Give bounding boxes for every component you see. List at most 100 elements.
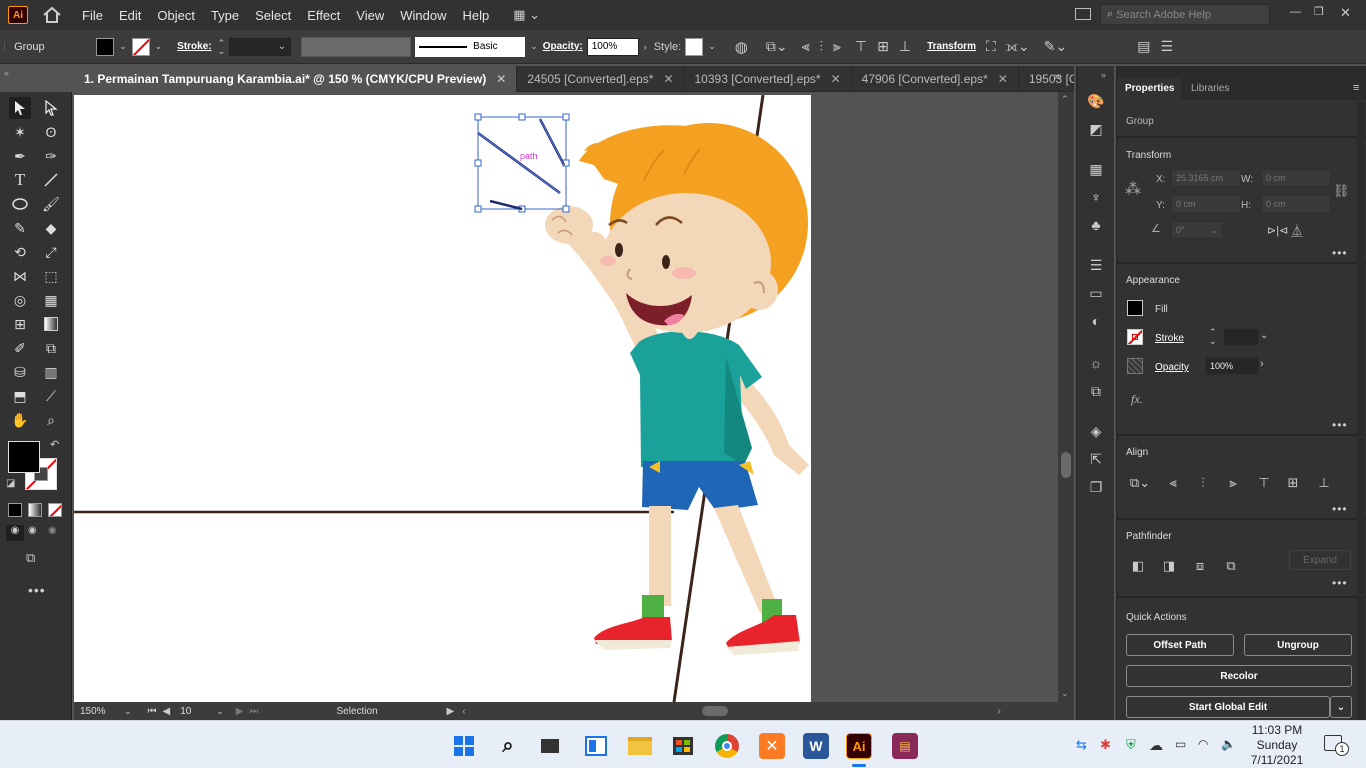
align-top-icon[interactable]: ⊤ <box>855 38 867 55</box>
eraser-tool-icon[interactable]: ◆ <box>40 217 62 239</box>
menu-window[interactable]: Window <box>400 8 446 23</box>
tabs-overflow-icon[interactable]: » <box>1054 71 1060 83</box>
illustrator-taskbar-icon[interactable]: Ai <box>846 733 872 759</box>
menu-view[interactable]: View <box>356 8 384 23</box>
first-artboard-icon[interactable]: ⏮ <box>148 706 157 717</box>
tab-close-icon[interactable]: ✕ <box>831 72 841 86</box>
stroke-weight-field[interactable] <box>1223 328 1259 346</box>
stroke-weight-field[interactable]: ⌄ <box>229 37 292 56</box>
align-right-icon[interactable]: ⫸ <box>833 38 841 55</box>
expand-button[interactable]: Expand <box>1289 550 1351 570</box>
clock-time[interactable]: 11:03 PM <box>1242 723 1312 737</box>
menu-select[interactable]: Select <box>255 8 291 23</box>
chrome-icon[interactable] <box>714 733 740 759</box>
tab-10393[interactable]: 10393 [Converted].eps* ✕ <box>685 66 852 92</box>
word-icon[interactable]: W <box>803 733 829 759</box>
align-top-icon[interactable]: ⊤ <box>1256 475 1272 491</box>
curvature-tool-icon[interactable]: ✑ <box>40 145 62 167</box>
magic-wand-tool-icon[interactable]: ✶ <box>9 121 31 143</box>
align-hcenter-icon[interactable]: ⫶ <box>820 38 824 55</box>
selection-tool-icon[interactable] <box>9 97 31 119</box>
opacity-field[interactable]: 100% <box>586 37 639 56</box>
restore-icon[interactable]: ❐ <box>1314 5 1324 18</box>
tab-close-icon[interactable]: ✕ <box>998 72 1008 86</box>
stroke-dropdown-icon[interactable]: ⌄ <box>155 41 163 52</box>
search-icon[interactable]: ⌕ <box>495 733 521 759</box>
none-mode-icon[interactable] <box>48 503 62 517</box>
store-icon[interactable] <box>670 733 696 759</box>
expand-panels-icon[interactable]: » <box>1101 70 1106 80</box>
rotate-tool-icon[interactable]: ⟲ <box>9 241 31 263</box>
isolate-icon[interactable]: ✎⌄ <box>1044 38 1067 55</box>
hand-tool-icon[interactable]: ✋ <box>9 409 31 431</box>
menu-file[interactable]: File <box>82 8 103 23</box>
recolor-artwork-icon[interactable]: ◍ <box>735 38 748 56</box>
slice-tool-icon[interactable]: ⟋ <box>40 385 62 407</box>
transform-icon[interactable]: ⛶ <box>986 38 996 55</box>
style-swatch[interactable] <box>685 37 704 56</box>
width-field[interactable]: 0 cm <box>1261 169 1331 187</box>
artboard-dropdown-icon[interactable]: ⌄ <box>216 706 224 717</box>
variable-width-profile[interactable] <box>301 36 412 57</box>
tab-close-icon[interactable]: ✕ <box>663 72 673 86</box>
align-to-icon[interactable]: ⧉⌄ <box>1128 475 1152 491</box>
opacity-label[interactable]: Opacity <box>1155 362 1189 373</box>
brush-definition[interactable]: Basic <box>415 36 526 57</box>
tab-permainan[interactable]: 1. Permainan Tampuruang Karambia.ai* @ 1… <box>74 66 518 92</box>
flip-horizontal-icon[interactable]: ⊳|⊲ <box>1267 224 1288 237</box>
direct-selection-tool-icon[interactable] <box>40 97 62 119</box>
ungroup-button[interactable]: Ungroup <box>1244 634 1352 656</box>
crossover-icon[interactable]: ✱ <box>1100 737 1111 753</box>
fill-swatch[interactable] <box>1127 300 1143 316</box>
tab-47906[interactable]: 47906 [Converted].eps* ✕ <box>852 66 1019 92</box>
share-icon[interactable]: ⇆ <box>1076 737 1087 753</box>
draw-normal-icon[interactable]: ◉ <box>6 525 24 541</box>
align-right-icon[interactable]: ⫸ <box>1225 475 1241 491</box>
align-hcenter-icon[interactable]: ⫶ <box>1195 475 1211 491</box>
color-mode-icon[interactable] <box>8 503 22 517</box>
panel-menu-icon[interactable]: ≡ <box>1353 82 1359 94</box>
recolor-button[interactable]: Recolor <box>1126 665 1352 687</box>
align-bottom-icon[interactable]: ⊥ <box>1316 475 1332 491</box>
winrar-icon[interactable]: ▤ <box>892 733 918 759</box>
more-appearance-options-icon[interactable]: ••• <box>1332 418 1348 432</box>
scroll-thumb[interactable] <box>1061 452 1071 478</box>
artboards-panel-icon[interactable]: ❐ <box>1087 478 1105 496</box>
panel-scrollbar[interactable] <box>1357 102 1365 720</box>
column-graph-tool-icon[interactable]: ▥ <box>40 361 62 383</box>
clock-date[interactable]: 7/11/2021 <box>1242 753 1312 767</box>
line-tool-icon[interactable] <box>40 169 62 191</box>
xampp-icon[interactable]: ✕ <box>759 733 785 759</box>
shape-builder-tool-icon[interactable]: ◎ <box>9 289 31 311</box>
scale-tool-icon[interactable]: ⤢ <box>40 241 62 263</box>
swatches-panel-icon[interactable]: ▦ <box>1087 160 1105 178</box>
next-artboard-icon[interactable]: ▶ <box>236 706 244 717</box>
align-left-icon[interactable]: ⫷ <box>1165 475 1181 491</box>
align-left-icon[interactable]: ⫷ <box>802 38 810 55</box>
arrange-documents-icon[interactable] <box>1075 8 1091 20</box>
previous-artboard-icon[interactable]: ◀ <box>163 706 171 717</box>
home-icon[interactable] <box>42 6 62 24</box>
last-artboard-icon[interactable]: ⏭ <box>250 706 259 717</box>
more-transform-options-icon[interactable]: ••• <box>1332 246 1348 260</box>
brushes-panel-icon[interactable]: ♆ <box>1087 188 1105 206</box>
onedrive-icon[interactable]: ☁ <box>1149 737 1163 754</box>
menu-help[interactable]: Help <box>462 8 489 23</box>
windows-start-icon[interactable] <box>451 733 477 759</box>
symbols-panel-icon[interactable]: ♣ <box>1087 216 1105 234</box>
appearance-panel-icon[interactable]: ☼ <box>1087 354 1105 372</box>
shaper-tool-icon[interactable]: ✎ <box>9 217 31 239</box>
stroke-weight-stepper-icon[interactable]: ⌃ ⌄ <box>1209 328 1217 346</box>
rotate-dropdown-icon[interactable]: ⌄ <box>1210 225 1218 235</box>
panel-menu-icon[interactable]: ☰ <box>1160 38 1173 55</box>
clock-day[interactable]: Sunday <box>1242 738 1312 752</box>
reflect-icon[interactable]: ⟗⌄ <box>1006 38 1030 55</box>
more-pathfinder-options-icon[interactable]: ••• <box>1332 576 1348 590</box>
battery-icon[interactable]: ▭ <box>1175 737 1186 751</box>
search-box[interactable]: ⌕ Search Adobe Help <box>1100 4 1270 25</box>
scroll-up-icon[interactable]: ⌃ <box>1061 94 1069 105</box>
more-align-options-icon[interactable]: ••• <box>1332 502 1348 516</box>
file-explorer-icon[interactable] <box>627 733 653 759</box>
mesh-tool-icon[interactable]: ⊞ <box>9 313 31 335</box>
scroll-down-icon[interactable]: ⌄ <box>1061 688 1069 699</box>
